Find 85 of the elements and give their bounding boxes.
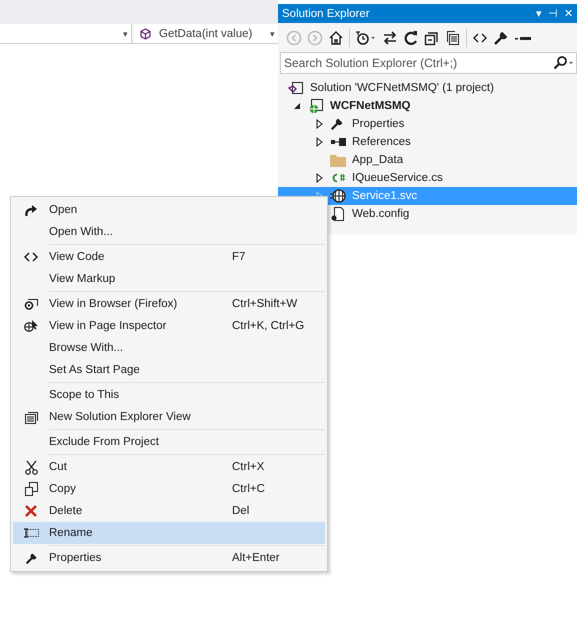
menu-item[interactable]: Open With... [13, 221, 325, 243]
web-project-icon [308, 98, 324, 114]
solution-icon [288, 80, 304, 96]
tree-item[interactable]: App_Data [278, 151, 577, 169]
dropdown-icon[interactable]: ▾ [536, 7, 542, 20]
rename-icon [23, 528, 39, 538]
menu-item-label: Exclude From Project [49, 436, 160, 448]
globe-icon [330, 188, 346, 204]
menu-item-label: View Code [49, 251, 106, 263]
menu-item-label: Scope to This [49, 389, 120, 401]
menu-item-label: View Markup [49, 273, 116, 285]
folder-icon [330, 154, 346, 166]
menu-item[interactable]: View in Browser (Firefox) Ctrl+Shift+W [13, 293, 325, 315]
menu-item[interactable]: Exclude From Project [13, 431, 325, 453]
menu-item-label: Copy [49, 483, 77, 495]
cube-icon [140, 28, 151, 40]
menu-item-label: Rename [49, 527, 94, 539]
collapse-icon[interactable] [424, 30, 440, 46]
menu-item-label: View in Browser (Firefox) [49, 298, 178, 310]
references-icon [330, 137, 346, 147]
menu-item-label: Open With... [49, 226, 114, 238]
menu-item[interactable]: Copy Ctrl+C [13, 478, 325, 500]
browser-icon [24, 298, 38, 310]
tree-item[interactable]: Solution 'WCFNetMSMQ' (1 project) [278, 79, 577, 97]
panel-title: Solution Explorer [282, 8, 370, 20]
delete-icon [24, 504, 38, 518]
menu-item-label: View in Page Inspector [49, 320, 168, 332]
menu-item[interactable]: View Markup [13, 268, 325, 290]
menu-item-label: Set As Start Page [49, 364, 141, 376]
wrench-icon [330, 117, 344, 131]
caret-icon: ▾ [123, 28, 128, 38]
config-file-icon [330, 206, 346, 222]
member-name: GetData(int value) [159, 28, 252, 40]
menu-item-label: Open [49, 204, 78, 216]
menu-item[interactable]: New Solution Explorer View [13, 406, 325, 428]
shortcut-text: Alt+Enter [232, 552, 280, 564]
shortcut-text: Ctrl+C [232, 483, 265, 495]
copy-icon [24, 482, 38, 496]
menu-item-label: New Solution Explorer View [49, 411, 192, 423]
windows-icon [24, 410, 38, 424]
close-icon[interactable]: ✕ [564, 7, 573, 20]
csharp-file-icon [330, 172, 346, 184]
redo-arrow-icon [24, 204, 38, 216]
menu-item[interactable]: Set As Start Page [13, 359, 325, 381]
menu-item[interactable]: Cut Ctrl+X [13, 456, 325, 478]
member-dropdown[interactable]: GetData(int value) ▾ [134, 24, 278, 43]
pin-icon[interactable]: ⊣ [548, 7, 558, 20]
scissors-icon [24, 460, 38, 474]
shortcut-text: Ctrl+Shift+W [232, 298, 298, 310]
search-icon [553, 56, 575, 70]
tree-item[interactable]: References [278, 133, 577, 151]
shortcut-text: Ctrl+X [232, 461, 264, 473]
code-icon [24, 252, 38, 262]
menu-item[interactable]: View in Page Inspector Ctrl+K, Ctrl+G [13, 315, 325, 337]
sync-icon[interactable] [382, 30, 398, 46]
menu-item-label: Properties [49, 552, 102, 564]
refresh-icon[interactable] [403, 30, 419, 46]
shortcut-text: F7 [232, 251, 246, 263]
collapsed-triangle-icon[interactable] [316, 119, 322, 129]
home-icon[interactable] [328, 30, 344, 46]
tree-item[interactable]: Properties [278, 115, 577, 133]
menu-item[interactable]: Delete Del [13, 500, 325, 522]
menu-item[interactable]: Scope to This [13, 384, 325, 406]
menu-item-label: Cut [49, 461, 68, 473]
menu-item[interactable]: Properties Alt+Enter [13, 547, 325, 569]
expanded-triangle-icon[interactable] [293, 102, 301, 110]
menu-item[interactable]: Rename [13, 522, 325, 544]
type-dropdown[interactable]: ▾ [0, 24, 132, 43]
search-field[interactable]: Search Solution Explorer (Ctrl+;) [280, 52, 577, 74]
shortcut-text: Del [232, 505, 250, 517]
tree-item[interactable]: WCFNetMSMQ [278, 97, 577, 115]
menu-item-label: Delete [49, 505, 84, 517]
collapsed-triangle-icon[interactable] [316, 137, 322, 147]
wrench-icon[interactable] [493, 30, 509, 46]
menu-item[interactable]: View Code F7 [13, 246, 325, 268]
clock-icon[interactable] [355, 30, 377, 46]
wrench-icon [24, 552, 38, 564]
collapsed-triangle-icon[interactable] [316, 173, 322, 183]
tree-item[interactable]: IQueueService.cs [278, 169, 577, 187]
globe-cursor-icon [24, 319, 38, 333]
shortcut-text: Ctrl+K, Ctrl+G [232, 320, 304, 332]
caret-icon: ▾ [270, 28, 278, 38]
menu-item[interactable]: Browse With... [13, 337, 325, 359]
menu-item-label: Browse With... [49, 342, 124, 354]
files-icon[interactable] [445, 30, 461, 46]
